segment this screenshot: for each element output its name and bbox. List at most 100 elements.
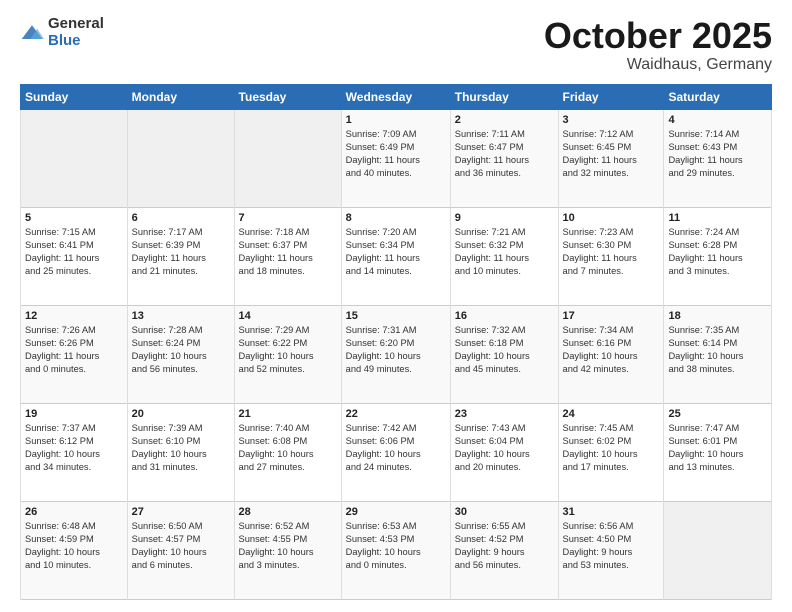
day-info: Sunrise: 7:28 AM Sunset: 6:24 PM Dayligh… <box>132 324 230 376</box>
header-monday: Monday <box>127 84 234 109</box>
day-info: Sunrise: 6:50 AM Sunset: 4:57 PM Dayligh… <box>132 520 230 572</box>
day-cell <box>21 109 128 207</box>
day-cell: 7 Sunrise: 7:18 AM Sunset: 6:37 PM Daylig… <box>234 207 341 305</box>
day-info: Sunrise: 7:24 AM Sunset: 6:28 PM Dayligh… <box>668 226 767 278</box>
header-saturday: Saturday <box>664 84 772 109</box>
day-number: 25 <box>668 408 767 420</box>
day-number: 5 <box>25 212 123 224</box>
day-number: 26 <box>25 506 123 518</box>
week-row-1: 1Sunrise: 7:09 AM Sunset: 6:49 PM Daylig… <box>21 109 772 207</box>
day-info: Sunrise: 7:29 AM Sunset: 6:22 PM Dayligh… <box>239 324 337 376</box>
day-cell: 30 Sunrise: 6:55 AM Sunset: 4:52 PM Dayli… <box>450 501 558 599</box>
day-cell: 9Sunrise: 7:21 AM Sunset: 6:32 PM Daylig… <box>450 207 558 305</box>
logo: General Blue <box>20 16 104 49</box>
calendar-header-row: SundayMondayTuesdayWednesdayThursdayFrid… <box>21 84 772 109</box>
day-number: 2 <box>455 114 554 126</box>
day-number: 17 <box>563 310 660 322</box>
day-info: Sunrise: 7:17 AM Sunset: 6:39 PM Dayligh… <box>132 226 230 278</box>
day-cell <box>234 109 341 207</box>
day-cell: 19 Sunrise: 7:37 AM Sunset: 6:12 PM Dayli… <box>21 403 128 501</box>
day-cell: 26 Sunrise: 6:48 AM Sunset: 4:59 PM Dayli… <box>21 501 128 599</box>
day-cell: 28Sunrise: 6:52 AM Sunset: 4:55 PM Dayli… <box>234 501 341 599</box>
day-cell: 10 Sunrise: 7:23 AM Sunset: 6:30 PM Dayli… <box>558 207 664 305</box>
day-number: 16 <box>455 310 554 322</box>
day-cell: 14Sunrise: 7:29 AM Sunset: 6:22 PM Dayli… <box>234 305 341 403</box>
day-info: Sunrise: 7:20 AM Sunset: 6:34 PM Dayligh… <box>346 226 446 278</box>
day-cell <box>664 501 772 599</box>
week-row-4: 19 Sunrise: 7:37 AM Sunset: 6:12 PM Dayli… <box>21 403 772 501</box>
day-info: Sunrise: 7:45 AM Sunset: 6:02 PM Dayligh… <box>563 422 660 474</box>
day-info: Sunrise: 7:12 AM Sunset: 6:45 PM Dayligh… <box>563 128 660 180</box>
day-cell: 25 Sunrise: 7:47 AM Sunset: 6:01 PM Dayli… <box>664 403 772 501</box>
day-info: Sunrise: 7:37 AM Sunset: 6:12 PM Dayligh… <box>25 422 123 474</box>
day-number: 15 <box>346 310 446 322</box>
day-cell: 29 Sunrise: 6:53 AM Sunset: 4:53 PM Dayli… <box>341 501 450 599</box>
day-number: 27 <box>132 506 230 518</box>
header: General Blue October 2025 Waidhaus, Germ… <box>20 16 772 74</box>
calendar-title: October 2025 <box>544 16 772 56</box>
day-cell: 21 Sunrise: 7:40 AM Sunset: 6:08 PM Dayli… <box>234 403 341 501</box>
calendar-subtitle: Waidhaus, Germany <box>544 56 772 74</box>
day-info: Sunrise: 7:23 AM Sunset: 6:30 PM Dayligh… <box>563 226 660 278</box>
day-number: 18 <box>668 310 767 322</box>
day-info: Sunrise: 7:40 AM Sunset: 6:08 PM Dayligh… <box>239 422 337 474</box>
day-number: 20 <box>132 408 230 420</box>
day-number: 4 <box>668 114 767 126</box>
week-row-2: 5Sunrise: 7:15 AM Sunset: 6:41 PM Daylig… <box>21 207 772 305</box>
day-info: Sunrise: 7:18 AM Sunset: 6:37 PM Dayligh… <box>239 226 337 278</box>
day-cell: 20Sunrise: 7:39 AM Sunset: 6:10 PM Dayli… <box>127 403 234 501</box>
day-number: 31 <box>563 506 660 518</box>
day-cell: 5Sunrise: 7:15 AM Sunset: 6:41 PM Daylig… <box>21 207 128 305</box>
day-cell: 16Sunrise: 7:32 AM Sunset: 6:18 PM Dayli… <box>450 305 558 403</box>
day-info: Sunrise: 7:42 AM Sunset: 6:06 PM Dayligh… <box>346 422 446 474</box>
day-number: 7 <box>239 212 337 224</box>
day-cell: 17 Sunrise: 7:34 AM Sunset: 6:16 PM Dayli… <box>558 305 664 403</box>
header-friday: Friday <box>558 84 664 109</box>
header-wednesday: Wednesday <box>341 84 450 109</box>
day-number: 24 <box>563 408 660 420</box>
header-sunday: Sunday <box>21 84 128 109</box>
day-cell: 24 Sunrise: 7:45 AM Sunset: 6:02 PM Dayli… <box>558 403 664 501</box>
header-thursday: Thursday <box>450 84 558 109</box>
day-number: 10 <box>563 212 660 224</box>
day-cell: 3Sunrise: 7:12 AM Sunset: 6:45 PM Daylig… <box>558 109 664 207</box>
day-cell: 4Sunrise: 7:14 AM Sunset: 6:43 PM Daylig… <box>664 109 772 207</box>
day-number: 21 <box>239 408 337 420</box>
day-cell: 11Sunrise: 7:24 AM Sunset: 6:28 PM Dayli… <box>664 207 772 305</box>
day-info: Sunrise: 7:47 AM Sunset: 6:01 PM Dayligh… <box>668 422 767 474</box>
day-info: Sunrise: 6:53 AM Sunset: 4:53 PM Dayligh… <box>346 520 446 572</box>
day-cell: 18 Sunrise: 7:35 AM Sunset: 6:14 PM Dayli… <box>664 305 772 403</box>
logo-icon <box>20 23 44 43</box>
day-cell: 13 Sunrise: 7:28 AM Sunset: 6:24 PM Dayli… <box>127 305 234 403</box>
day-cell: 31Sunrise: 6:56 AM Sunset: 4:50 PM Dayli… <box>558 501 664 599</box>
day-info: Sunrise: 7:11 AM Sunset: 6:47 PM Dayligh… <box>455 128 554 180</box>
logo-text: General Blue <box>48 16 104 49</box>
day-cell: 12Sunrise: 7:26 AM Sunset: 6:26 PM Dayli… <box>21 305 128 403</box>
day-number: 28 <box>239 506 337 518</box>
day-number: 30 <box>455 506 554 518</box>
day-cell: 15Sunrise: 7:31 AM Sunset: 6:20 PM Dayli… <box>341 305 450 403</box>
day-cell: 22 Sunrise: 7:42 AM Sunset: 6:06 PM Dayli… <box>341 403 450 501</box>
day-number: 19 <box>25 408 123 420</box>
day-number: 23 <box>455 408 554 420</box>
header-tuesday: Tuesday <box>234 84 341 109</box>
day-cell <box>127 109 234 207</box>
day-number: 29 <box>346 506 446 518</box>
calendar-page: General Blue October 2025 Waidhaus, Germ… <box>0 0 792 612</box>
day-number: 1 <box>346 114 446 126</box>
day-number: 8 <box>346 212 446 224</box>
day-cell: 2 Sunrise: 7:11 AM Sunset: 6:47 PM Daylig… <box>450 109 558 207</box>
day-info: Sunrise: 7:34 AM Sunset: 6:16 PM Dayligh… <box>563 324 660 376</box>
day-info: Sunrise: 6:48 AM Sunset: 4:59 PM Dayligh… <box>25 520 123 572</box>
day-number: 9 <box>455 212 554 224</box>
day-cell: 8 Sunrise: 7:20 AM Sunset: 6:34 PM Daylig… <box>341 207 450 305</box>
day-number: 22 <box>346 408 446 420</box>
day-info: Sunrise: 6:55 AM Sunset: 4:52 PM Dayligh… <box>455 520 554 572</box>
week-row-3: 12Sunrise: 7:26 AM Sunset: 6:26 PM Dayli… <box>21 305 772 403</box>
calendar-table: SundayMondayTuesdayWednesdayThursdayFrid… <box>20 84 772 600</box>
day-number: 6 <box>132 212 230 224</box>
day-number: 13 <box>132 310 230 322</box>
day-info: Sunrise: 7:43 AM Sunset: 6:04 PM Dayligh… <box>455 422 554 474</box>
day-info: Sunrise: 7:26 AM Sunset: 6:26 PM Dayligh… <box>25 324 123 376</box>
day-info: Sunrise: 7:35 AM Sunset: 6:14 PM Dayligh… <box>668 324 767 376</box>
